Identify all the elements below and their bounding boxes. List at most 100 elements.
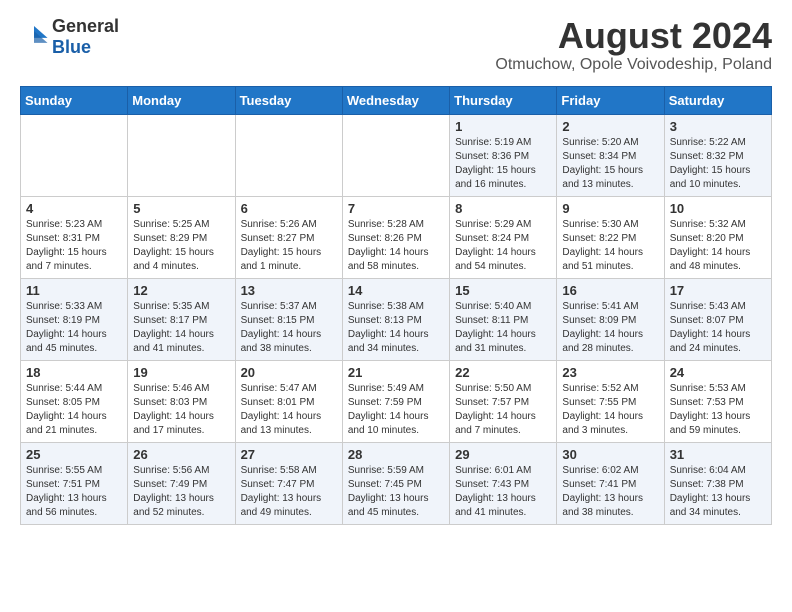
day-number: 2 [562, 119, 658, 134]
day-info: Sunrise: 5:26 AMSunset: 8:27 PMDaylight:… [241, 218, 337, 274]
day-header-tuesday: Tuesday [235, 86, 342, 114]
day-header-saturday: Saturday [664, 86, 771, 114]
day-number: 15 [455, 283, 551, 298]
day-header-sunday: Sunday [21, 86, 128, 114]
day-number: 31 [670, 447, 766, 462]
calendar-cell: 22 Sunrise: 5:50 AMSunset: 7:57 PMDayligh… [450, 360, 557, 442]
calendar-week-row: 1 Sunrise: 5:19 AMSunset: 8:36 PMDaylight… [21, 114, 772, 196]
day-info: Sunrise: 5:41 AMSunset: 8:09 PMDaylight:… [562, 300, 658, 356]
day-info: Sunrise: 5:30 AMSunset: 8:22 PMDaylight:… [562, 218, 658, 274]
calendar-cell: 19Sunrise: 5:46 AMSunset: 8:03 PMDayligh… [128, 360, 235, 442]
day-info: Sunrise: 5:19 AMSunset: 8:36 PMDaylight:… [455, 136, 551, 192]
calendar-cell: 9 Sunrise: 5:30 AMSunset: 8:22 PMDaylight… [557, 196, 664, 278]
day-number: 4 [26, 201, 122, 216]
day-header-monday: Monday [128, 86, 235, 114]
day-info: Sunrise: 5:33 AMSunset: 8:19 PMDaylight:… [26, 300, 122, 356]
calendar-week-row: 18 Sunrise: 5:44 AMSunset: 8:05 PMDayligh… [21, 360, 772, 442]
day-number: 26 [133, 447, 229, 462]
calendar-cell: 20 Sunrise: 5:47 AMSunset: 8:01 PMDayligh… [235, 360, 342, 442]
main-title: August 2024 [495, 16, 772, 56]
calendar-cell: 25 Sunrise: 5:55 AMSunset: 7:51 PMDayligh… [21, 442, 128, 524]
day-info: Sunrise: 5:58 AMSunset: 7:47 PMDaylight:… [241, 464, 337, 520]
day-number: 20 [241, 365, 337, 380]
subtitle: Otmuchow, Opole Voivodeship, Poland [495, 56, 772, 74]
day-number: 27 [241, 447, 337, 462]
calendar-cell: 14 Sunrise: 5:38 AMSunset: 8:13 PMDayligh… [342, 278, 449, 360]
calendar-header-row: SundayMondayTuesdayWednesdayThursdayFrid… [21, 86, 772, 114]
day-info: Sunrise: 5:55 AMSunset: 7:51 PMDaylight:… [26, 464, 122, 520]
day-info: Sunrise: 5:46 AMSunset: 8:03 PMDaylight:… [133, 382, 229, 438]
calendar-cell: 6 Sunrise: 5:26 AMSunset: 8:27 PMDaylight… [235, 196, 342, 278]
calendar-cell: 7 Sunrise: 5:28 AMSunset: 8:26 PMDaylight… [342, 196, 449, 278]
day-number: 5 [133, 201, 229, 216]
day-number: 9 [562, 201, 658, 216]
calendar-week-row: 11 Sunrise: 5:33 AMSunset: 8:19 PMDayligh… [21, 278, 772, 360]
day-info: Sunrise: 6:04 AMSunset: 7:38 PMDaylight:… [670, 464, 766, 520]
day-number: 6 [241, 201, 337, 216]
day-number: 23 [562, 365, 658, 380]
day-info: Sunrise: 5:23 AMSunset: 8:31 PMDaylight:… [26, 218, 122, 274]
day-info: Sunrise: 5:59 AMSunset: 7:45 PMDaylight:… [348, 464, 444, 520]
day-number: 10 [670, 201, 766, 216]
logo-general-text: General [52, 16, 119, 36]
day-info: Sunrise: 5:32 AMSunset: 8:20 PMDaylight:… [670, 218, 766, 274]
calendar-cell [21, 114, 128, 196]
calendar-cell: 21Sunrise: 5:49 AMSunset: 7:59 PMDayligh… [342, 360, 449, 442]
day-info: Sunrise: 5:37 AMSunset: 8:15 PMDaylight:… [241, 300, 337, 356]
calendar-cell: 23Sunrise: 5:52 AMSunset: 7:55 PMDayligh… [557, 360, 664, 442]
day-number: 8 [455, 201, 551, 216]
day-number: 28 [348, 447, 444, 462]
calendar-cell: 15Sunrise: 5:40 AMSunset: 8:11 PMDayligh… [450, 278, 557, 360]
title-block: August 2024 Otmuchow, Opole Voivodeship,… [495, 16, 772, 74]
logo-blue-text: Blue [52, 37, 91, 57]
calendar-cell: 28 Sunrise: 5:59 AMSunset: 7:45 PMDayligh… [342, 442, 449, 524]
day-number: 1 [455, 119, 551, 134]
day-number: 3 [670, 119, 766, 134]
day-number: 16 [562, 283, 658, 298]
day-number: 30 [562, 447, 658, 462]
calendar-cell: 4 Sunrise: 5:23 AMSunset: 8:31 PMDaylight… [21, 196, 128, 278]
calendar-cell: 18 Sunrise: 5:44 AMSunset: 8:05 PMDayligh… [21, 360, 128, 442]
day-info: Sunrise: 6:01 AMSunset: 7:43 PMDaylight:… [455, 464, 551, 520]
day-info: Sunrise: 5:28 AMSunset: 8:26 PMDaylight:… [348, 218, 444, 274]
day-info: Sunrise: 5:47 AMSunset: 8:01 PMDaylight:… [241, 382, 337, 438]
day-number: 14 [348, 283, 444, 298]
day-info: Sunrise: 5:22 AMSunset: 8:32 PMDaylight:… [670, 136, 766, 192]
day-number: 29 [455, 447, 551, 462]
calendar-cell: 16 Sunrise: 5:41 AMSunset: 8:09 PMDayligh… [557, 278, 664, 360]
day-number: 18 [26, 365, 122, 380]
day-info: Sunrise: 6:02 AMSunset: 7:41 PMDaylight:… [562, 464, 658, 520]
day-number: 24 [670, 365, 766, 380]
day-info: Sunrise: 5:44 AMSunset: 8:05 PMDaylight:… [26, 382, 122, 438]
day-info: Sunrise: 5:43 AMSunset: 8:07 PMDaylight:… [670, 300, 766, 356]
day-number: 25 [26, 447, 122, 462]
day-number: 17 [670, 283, 766, 298]
calendar-cell: 12Sunrise: 5:35 AMSunset: 8:17 PMDayligh… [128, 278, 235, 360]
day-info: Sunrise: 5:50 AMSunset: 7:57 PMDaylight:… [455, 382, 551, 438]
day-info: Sunrise: 5:29 AMSunset: 8:24 PMDaylight:… [455, 218, 551, 274]
calendar-cell: 17 Sunrise: 5:43 AMSunset: 8:07 PMDayligh… [664, 278, 771, 360]
calendar-cell [235, 114, 342, 196]
calendar-cell: 8 Sunrise: 5:29 AMSunset: 8:24 PMDaylight… [450, 196, 557, 278]
page-header: General Blue August 2024 Otmuchow, Opole… [20, 16, 772, 74]
calendar-cell: 1 Sunrise: 5:19 AMSunset: 8:36 PMDaylight… [450, 114, 557, 196]
day-number: 22 [455, 365, 551, 380]
calendar-week-row: 25 Sunrise: 5:55 AMSunset: 7:51 PMDayligh… [21, 442, 772, 524]
calendar-cell: 31 Sunrise: 6:04 AMSunset: 7:38 PMDayligh… [664, 442, 771, 524]
calendar-table: SundayMondayTuesdayWednesdayThursdayFrid… [20, 86, 772, 525]
day-number: 11 [26, 283, 122, 298]
day-header-wednesday: Wednesday [342, 86, 449, 114]
calendar-cell: 5Sunrise: 5:25 AMSunset: 8:29 PMDaylight… [128, 196, 235, 278]
day-info: Sunrise: 5:20 AMSunset: 8:34 PMDaylight:… [562, 136, 658, 192]
day-info: Sunrise: 5:35 AMSunset: 8:17 PMDaylight:… [133, 300, 229, 356]
day-info: Sunrise: 5:38 AMSunset: 8:13 PMDaylight:… [348, 300, 444, 356]
calendar-cell: 2 Sunrise: 5:20 AMSunset: 8:34 PMDaylight… [557, 114, 664, 196]
day-number: 7 [348, 201, 444, 216]
day-info: Sunrise: 5:49 AMSunset: 7:59 PMDaylight:… [348, 382, 444, 438]
calendar-cell: 27 Sunrise: 5:58 AMSunset: 7:47 PMDayligh… [235, 442, 342, 524]
calendar-body: 1 Sunrise: 5:19 AMSunset: 8:36 PMDaylight… [21, 114, 772, 524]
calendar-cell [128, 114, 235, 196]
calendar-cell [342, 114, 449, 196]
calendar-cell: 24Sunrise: 5:53 AMSunset: 7:53 PMDayligh… [664, 360, 771, 442]
calendar-cell: 3 Sunrise: 5:22 AMSunset: 8:32 PMDaylight… [664, 114, 771, 196]
